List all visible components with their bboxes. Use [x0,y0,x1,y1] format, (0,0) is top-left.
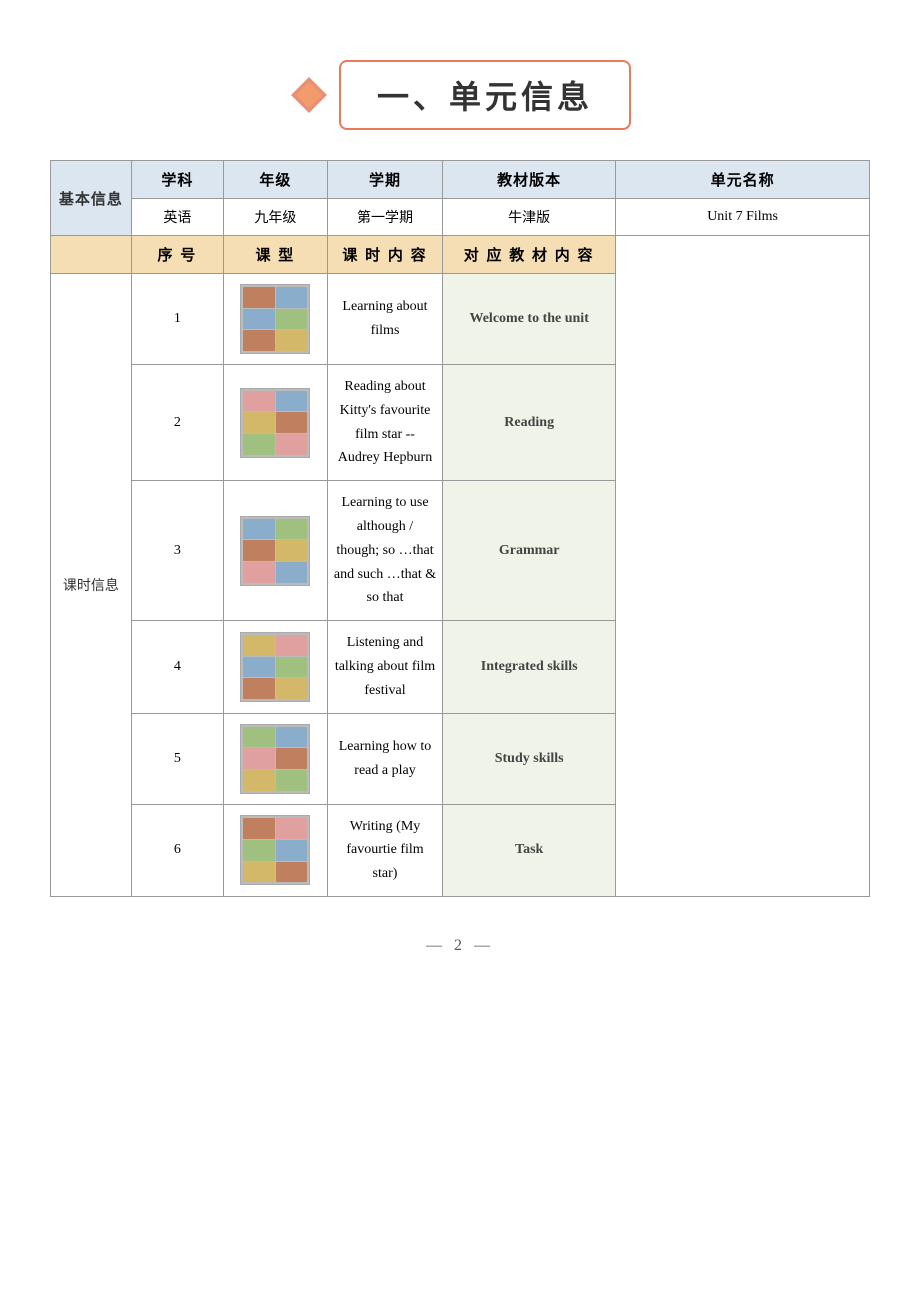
lesson-thumb-6 [224,804,328,896]
lesson-num-4: 4 [131,621,223,713]
col-subject: 学科 [131,161,223,199]
lesson-num-5: 5 [131,713,223,804]
val-subject: 英语 [131,199,223,236]
lesson-material-3: Grammar [443,481,616,621]
page-title: 一、单元信息 [339,60,631,130]
lesson-num-6: 6 [131,804,223,896]
lesson-thumb-2 [224,365,328,481]
lesson-info-label-header [51,236,132,274]
table-row: 课时信息 1 Learning about films Welcome to t… [51,274,870,365]
lesson-thumb-5 [224,713,328,804]
col-content: 课 时 内 容 [327,236,442,274]
lesson-info-label: 课时信息 [51,274,132,897]
lesson-content-1: Learning about films [327,274,442,365]
table-row: 6 Writing (My favourtie film star) Task [51,804,870,896]
lesson-content-2: Reading about Kitty's favourite film sta… [327,365,442,481]
lesson-num-3: 3 [131,481,223,621]
lesson-num-1: 1 [131,274,223,365]
lesson-material-4: Integrated skills [443,621,616,713]
diamond-icon [289,75,329,115]
col-unit: 单元名称 [616,161,870,199]
lesson-thumb-4 [224,621,328,713]
main-table: 基本信息 学科 年级 学期 教材版本 单元名称 英语 九年级 第一学期 牛津版 … [50,160,870,897]
lesson-material-5: Study skills [443,713,616,804]
col-semester: 学期 [327,161,442,199]
lesson-thumb-3 [224,481,328,621]
col-material: 对 应 教 材 内 容 [443,236,616,274]
lesson-material-2: Reading [443,365,616,481]
col-num: 序 号 [131,236,223,274]
basic-info-header-row: 基本信息 学科 年级 学期 教材版本 单元名称 [51,161,870,199]
col-grade: 年级 [224,161,328,199]
lesson-material-6: Task [443,804,616,896]
title-section: 一、单元信息 [50,60,870,130]
lesson-material-1: Welcome to the unit [443,274,616,365]
page-footer: — 2 — [50,937,870,955]
lesson-content-6: Writing (My favourtie film star) [327,804,442,896]
basic-info-label: 基本信息 [51,161,132,236]
val-semester: 第一学期 [327,199,442,236]
lesson-content-4: Listening and talking about film festiva… [327,621,442,713]
lesson-thumb-1 [224,274,328,365]
col-textbook: 教材版本 [443,161,616,199]
lesson-header-row: 序 号 课 型 课 时 内 容 对 应 教 材 内 容 [51,236,870,274]
basic-info-value-row: 英语 九年级 第一学期 牛津版 Unit 7 Films [51,199,870,236]
table-row: 4 Listening and talking about film festi… [51,621,870,713]
val-grade: 九年级 [224,199,328,236]
table-row: 3 Learning to use although / though; so … [51,481,870,621]
lesson-content-3: Learning to use although / though; so …t… [327,481,442,621]
col-type: 课 型 [224,236,328,274]
table-row: 2 Reading about Kitty's favourite film s… [51,365,870,481]
val-textbook: 牛津版 [443,199,616,236]
table-row: 5 Learning how to read a play Study skil… [51,713,870,804]
lesson-num-2: 2 [131,365,223,481]
lesson-content-5: Learning how to read a play [327,713,442,804]
val-unit: Unit 7 Films [616,199,870,236]
